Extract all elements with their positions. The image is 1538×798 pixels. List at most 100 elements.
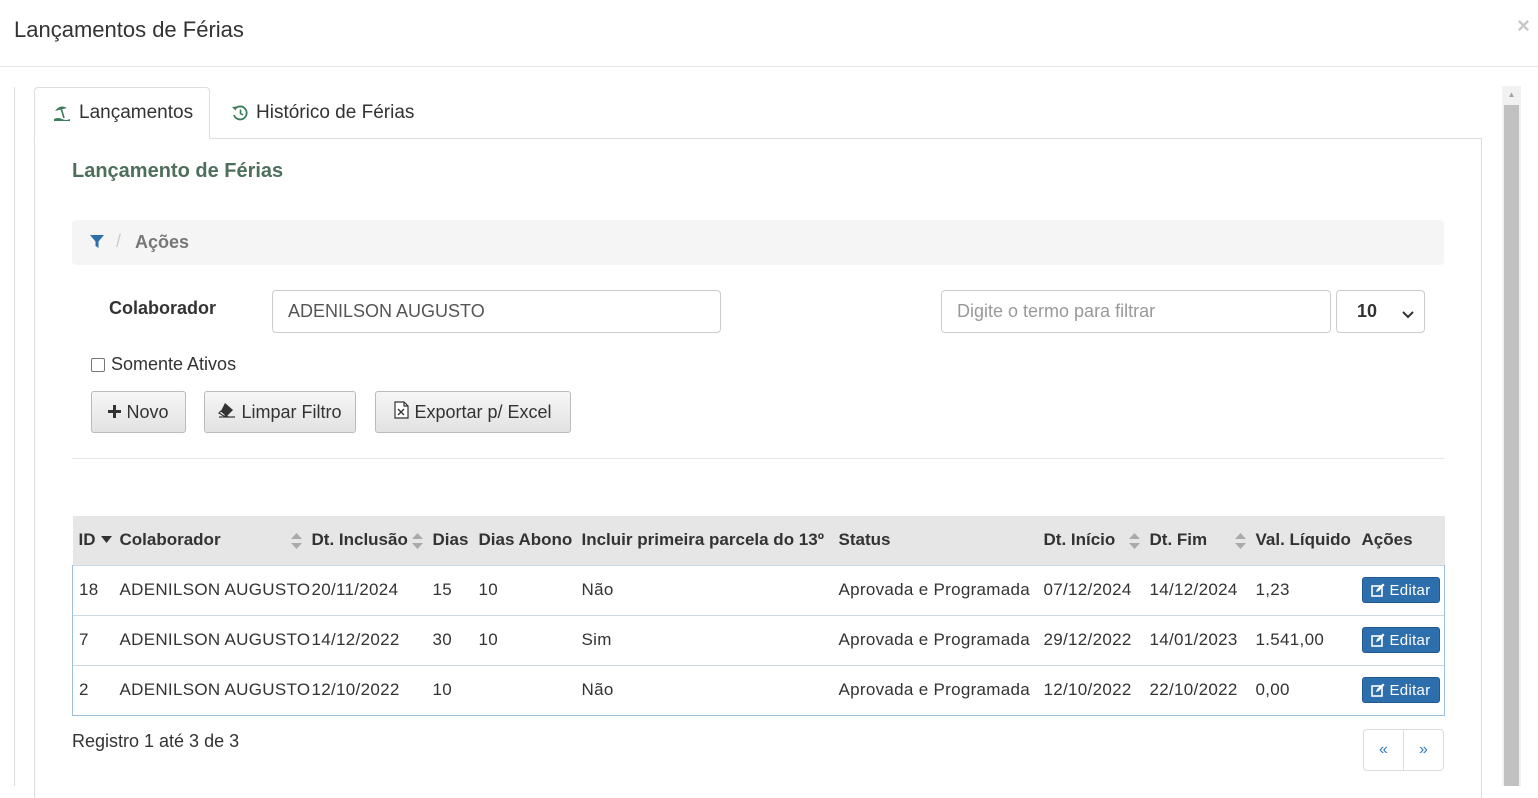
- cell-status: Aprovada e Programada: [832, 564, 1038, 615]
- cell-colaborador: ADENILSON AUGUSTO: [113, 664, 310, 716]
- col-incluir-13[interactable]: Incluir primeira parcela do 13º: [575, 516, 833, 565]
- content-divider: [14, 87, 15, 786]
- modal-title: Lançamentos de Férias: [14, 17, 244, 42]
- limpar-filtro-label: Limpar Filtro: [241, 401, 342, 422]
- plus-icon: [108, 402, 122, 423]
- editar-label: Editar: [1389, 581, 1431, 599]
- col-val-liquido[interactable]: Val. Líquido: [1249, 516, 1356, 565]
- table-row: 18 ADENILSON AUGUSTO 20/11/2024 15 10 Nã…: [72, 564, 1445, 615]
- close-icon[interactable]: ×: [1517, 14, 1530, 38]
- page-size-select[interactable]: 10: [1336, 290, 1425, 333]
- cell-colaborador: ADENILSON AUGUSTO: [113, 614, 310, 665]
- cell-dias-abono: 10: [472, 564, 576, 615]
- registro-info: Registro 1 até 3 de 3: [72, 731, 240, 751]
- tab-historico[interactable]: Histórico de Férias: [212, 87, 442, 139]
- exportar-excel-label: Exportar p/ Excel: [414, 401, 552, 422]
- table-header-row: ID Colaborador Dt. Inclusão Dias Dias Ab…: [72, 516, 1445, 565]
- cell-dt-inclusao: 14/12/2022: [305, 614, 427, 665]
- table-row: 7 ADENILSON AUGUSTO 14/12/2022 30 10 Sim…: [72, 614, 1445, 665]
- somente-ativos-row[interactable]: Somente Ativos: [91, 354, 236, 375]
- next-page-button[interactable]: »: [1404, 730, 1443, 770]
- cell-dt-inicio: 12/10/2022: [1037, 664, 1144, 716]
- col-id[interactable]: ID: [72, 516, 114, 565]
- col-dt-inclusao[interactable]: Dt. Inclusão: [305, 516, 427, 565]
- search-input[interactable]: Digite o termo para filtrar: [941, 290, 1331, 333]
- editar-button[interactable]: Editar: [1361, 577, 1440, 603]
- somente-ativos-label: Somente Ativos: [111, 354, 237, 374]
- scroll-up-arrow-icon[interactable]: ▲: [1502, 86, 1521, 103]
- colaborador-label: Colaborador: [109, 298, 217, 318]
- cell-val-liquido: 1.541,00: [1249, 614, 1356, 665]
- ferias-table: ID Colaborador Dt. Inclusão Dias Dias Ab…: [72, 516, 1445, 716]
- exportar-excel-button[interactable]: Exportar p/ Excel: [375, 391, 571, 433]
- novo-button-label: Novo: [126, 401, 169, 422]
- col-dt-fim[interactable]: Dt. Fim: [1143, 516, 1250, 565]
- sort-icon: [1128, 533, 1140, 549]
- tab-lancamentos[interactable]: Lançamentos: [34, 87, 210, 139]
- beach-umbrella-icon: [53, 103, 73, 123]
- limpar-filtro-button[interactable]: Limpar Filtro: [204, 391, 356, 433]
- breadcrumb-separator: /: [116, 231, 122, 251]
- cell-acoes: Editar: [1355, 664, 1445, 716]
- eraser-icon: [218, 402, 236, 423]
- cell-status: Aprovada e Programada: [832, 664, 1038, 716]
- section-title: Lançamento de Férias: [72, 160, 284, 182]
- cell-colaborador: ADENILSON AUGUSTO: [113, 564, 310, 615]
- cell-dias: 15: [426, 564, 473, 615]
- history-icon: [230, 103, 250, 123]
- cell-acoes: Editar: [1355, 614, 1445, 665]
- col-acoes: Ações: [1355, 516, 1445, 565]
- cell-acoes: Editar: [1355, 564, 1445, 615]
- edit-icon: [1370, 583, 1384, 597]
- cell-status: Aprovada e Programada: [832, 614, 1038, 665]
- cell-dt-fim: 14/12/2024: [1143, 564, 1250, 615]
- col-status[interactable]: Status: [832, 516, 1038, 565]
- cell-dt-fim: 22/10/2022: [1143, 664, 1250, 716]
- cell-val-liquido: 0,00: [1249, 664, 1356, 716]
- editar-label: Editar: [1389, 681, 1431, 699]
- col-dias-abono[interactable]: Dias Abono: [472, 516, 576, 565]
- sort-icon: [1234, 533, 1246, 549]
- colaborador-input[interactable]: ADENILSON AUGUSTO: [272, 290, 721, 333]
- cell-id: 2: [72, 664, 114, 716]
- col-dias[interactable]: Dias: [426, 516, 473, 565]
- tab-lancamentos-label: Lançamentos: [79, 102, 194, 123]
- novo-button[interactable]: Novo: [91, 391, 186, 433]
- divider: [72, 458, 1444, 459]
- sort-icon: [411, 533, 423, 549]
- page-size-value: 10: [1357, 301, 1378, 321]
- filter-icon[interactable]: [90, 235, 104, 254]
- cell-dias: 10: [426, 664, 473, 716]
- edit-icon: [1370, 633, 1384, 647]
- prev-page-button[interactable]: «: [1364, 730, 1404, 770]
- somente-ativos-checkbox[interactable]: [91, 357, 105, 372]
- cell-incluir-13: Não: [575, 664, 833, 716]
- breadcrumb-acoes: Ações: [135, 232, 190, 252]
- cell-dt-inicio: 07/12/2024: [1037, 564, 1144, 615]
- cell-dt-inclusao: 20/11/2024: [305, 564, 427, 615]
- cell-id: 7: [72, 614, 114, 665]
- cell-dias-abono: [472, 664, 576, 716]
- cell-dias-abono: 10: [472, 614, 576, 665]
- col-dt-inicio[interactable]: Dt. Início: [1037, 516, 1144, 565]
- cell-id: 18: [72, 564, 114, 615]
- cell-incluir-13: Sim: [575, 614, 833, 665]
- editar-button[interactable]: Editar: [1361, 627, 1440, 653]
- cell-val-liquido: 1,23: [1249, 564, 1356, 615]
- breadcrumb: / Ações: [72, 220, 1444, 265]
- pagination: « »: [1363, 729, 1444, 771]
- editar-label: Editar: [1389, 631, 1431, 649]
- scrollbar-thumb[interactable]: [1504, 105, 1519, 786]
- chevron-down-icon: [1402, 304, 1414, 325]
- cell-dias: 30: [426, 614, 473, 665]
- tab-historico-label: Histórico de Férias: [256, 102, 415, 123]
- cell-dt-inclusao: 12/10/2022: [305, 664, 427, 716]
- sort-desc-icon: [100, 536, 112, 543]
- editar-button[interactable]: Editar: [1361, 677, 1440, 703]
- table-row: 2 ADENILSON AUGUSTO 12/10/2022 10 Não Ap…: [72, 664, 1445, 716]
- cell-dt-inicio: 29/12/2022: [1037, 614, 1144, 665]
- sort-icon: [290, 533, 302, 549]
- col-colaborador[interactable]: Colaborador: [113, 516, 306, 565]
- cell-dt-fim: 14/01/2023: [1143, 614, 1250, 665]
- cell-incluir-13: Não: [575, 564, 833, 615]
